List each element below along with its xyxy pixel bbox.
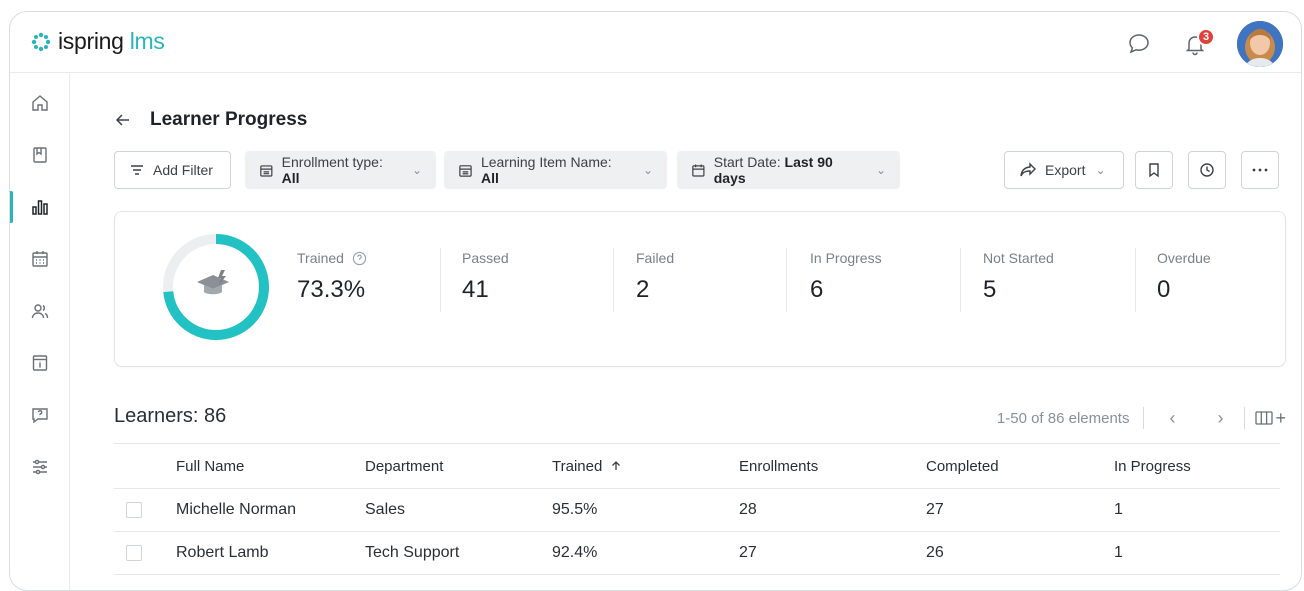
next-page-button[interactable]: › [1206,408,1234,429]
stat-passed: Passed 41 [462,250,509,303]
sidebar-item-help[interactable] [10,395,70,435]
cell-trained: 92.4% [552,544,598,561]
export-button[interactable]: Export ⌄ [1004,151,1124,189]
chevron-down-icon: ⌄ [875,163,886,177]
sidebar-item-settings[interactable] [10,447,70,487]
app-window: ispring lms 3 Learner Progress Add Filte… [9,11,1302,591]
add-filter-button[interactable]: Add Filter [114,151,231,189]
share-arrow-icon [1020,162,1036,177]
stat-overdue: Overdue 0 [1157,250,1211,303]
cell-full-name[interactable]: Robert Lamb [176,532,269,574]
stats-card: Trained 73.3% Passed 41 Failed 2 In Prog… [114,211,1286,367]
page-title: Learner Progress [150,109,308,130]
home-icon [32,95,48,111]
calendar-small-icon [260,164,273,177]
enrollment-type-filter[interactable]: Enrollment type: All ⌄ [245,151,436,189]
history-button[interactable] [1188,151,1226,189]
reports-icon [32,200,48,215]
filter-bar: Add Filter Enrollment type: All ⌄ Learni… [114,151,1286,189]
column-header-completed[interactable]: Completed [926,444,999,488]
learners-header: Learners: 86 1-50 of 86 elements ‹ › + [114,405,1286,435]
trained-donut-chart [163,234,269,340]
cell-in-progress: 1 [1114,544,1123,561]
learners-count-title: Learners: 86 [114,405,227,427]
bookmark-icon [1149,163,1159,178]
sidebar-item-calendar[interactable] [10,239,70,279]
columns-icon [1255,411,1274,425]
sidebar-item-reports[interactable] [10,187,70,227]
more-dots-icon [1252,168,1268,172]
start-date-filter[interactable]: Start Date: Last 90 days ⌄ [677,151,900,189]
cell-full-name[interactable]: Michelle Norman [176,489,296,531]
pagination-text: 1-50 of 86 elements [996,409,1130,427]
prev-page-button[interactable]: ‹ [1158,408,1186,429]
column-header-full-name[interactable]: Full Name [176,444,244,488]
help-circle-icon[interactable] [352,251,367,266]
stat-not-started: Not Started 5 [983,250,1054,303]
chevron-down-icon: ⌄ [642,163,653,177]
chat-bubble-icon [1129,34,1149,54]
cell-enrollments: 27 [739,544,757,561]
sidebar-item-courses[interactable] [10,135,70,175]
pagination: 1-50 of 86 elements ‹ › + [997,407,1286,429]
cell-department: Tech Support [365,544,460,561]
column-header-in-progress[interactable]: In Progress [1114,444,1191,488]
cell-completed: 26 [926,544,944,561]
chat-button[interactable] [1125,30,1153,58]
sidebar-item-users[interactable] [10,291,70,331]
top-bar: ispring lms 3 [10,12,1301,73]
cell-completed: 27 [926,501,944,518]
logo-flower-icon [31,32,51,51]
column-header-enrollments[interactable]: Enrollments [739,444,818,488]
cell-trained: 95.5% [552,501,598,518]
bookmark-button[interactable] [1135,151,1173,189]
cell-in-progress: 1 [1114,501,1123,518]
notification-badge: 3 [1197,28,1215,46]
settings-sliders-icon [33,459,47,475]
plus-icon: + [1275,407,1286,428]
stat-failed: Failed 2 [636,250,675,303]
stat-in-progress: In Progress 6 [810,250,882,303]
cell-enrollments: 28 [739,501,757,518]
column-header-department[interactable]: Department [365,444,443,488]
users-icon [31,304,49,319]
table-row[interactable]: Michelle Norman Sales 95.5% 28 27 1 [114,489,1280,532]
help-icon [32,408,48,424]
clock-icon [1200,163,1214,177]
sidebar-item-info[interactable] [10,343,70,383]
graduation-cap-icon [197,270,229,295]
column-header-trained[interactable]: Trained [552,444,622,488]
sort-arrow-up-icon [612,461,621,470]
filter-lines-icon [131,165,143,175]
learners-table: Full Name Department Trained Enrollments… [114,443,1280,575]
book-icon [33,147,47,163]
row-checkbox[interactable] [126,502,142,518]
calendar-icon [32,251,48,267]
notifications-button[interactable]: 3 [1181,28,1215,58]
columns-settings-button[interactable]: + [1255,408,1286,429]
learning-item-filter[interactable]: Learning Item Name: All ⌄ [444,151,667,189]
cell-department: Sales [365,501,406,518]
sidebar [10,73,70,590]
row-checkbox[interactable] [126,545,142,561]
more-options-button[interactable] [1241,151,1279,189]
user-avatar[interactable] [1237,21,1283,67]
logo[interactable]: ispring lms [30,28,165,55]
calendar-icon [692,164,705,177]
sidebar-item-home[interactable] [10,83,70,123]
logo-text: ispring lms [58,28,165,54]
info-icon [32,355,48,371]
table-header-row: Full Name Department Trained Enrollments… [114,444,1280,489]
back-arrow-icon[interactable] [114,111,132,129]
stat-trained: Trained 73.3% [297,250,367,303]
chevron-down-icon: ⌄ [411,163,422,177]
chevron-down-icon: ⌄ [1095,163,1106,177]
table-row[interactable]: Robert Lamb Tech Support 92.4% 27 26 1 [114,532,1280,575]
calendar-small-icon [459,164,472,177]
